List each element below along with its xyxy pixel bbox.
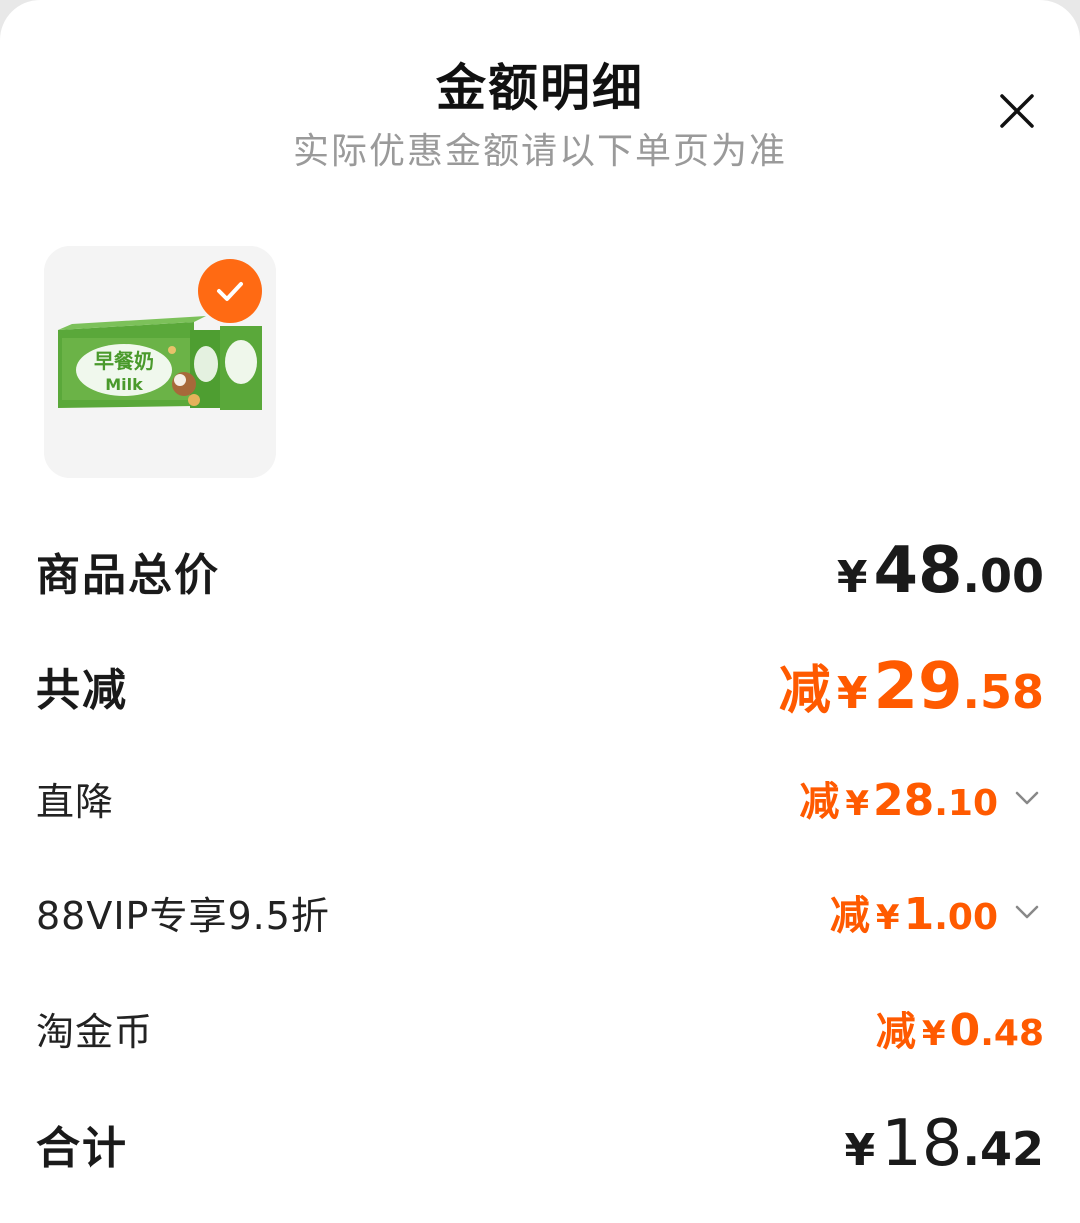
row-taojinbi-discount: 淘金币 减 ¥ 0 .48 (36, 1000, 1044, 1056)
row-88vip-discount[interactable]: 88VIP专享9.5折 减 ¥ 1 .00 (36, 884, 1044, 940)
row-total-discount: 共减 减 ¥ 29 .58 (36, 648, 1044, 724)
yen-symbol: ¥ (836, 668, 868, 719)
amount-integer: 48 (873, 534, 963, 608)
yen-symbol: ¥ (845, 784, 869, 824)
total-discount-label: 共减 (36, 665, 128, 716)
row-total: 合计 ¥ 18 .42 (36, 1107, 1044, 1181)
selected-check-icon[interactable] (198, 259, 262, 323)
amount-integer: 28 (872, 775, 935, 826)
row-direct-discount[interactable]: 直降 减 ¥ 28 .10 (36, 770, 1044, 826)
amount-decimal: .42 (962, 1122, 1045, 1176)
product-image-subtitle: Milk (105, 375, 143, 394)
minus-prefix: 减 (829, 893, 870, 939)
minus-prefix: 减 (778, 661, 831, 721)
yen-symbol: ¥ (844, 1125, 876, 1176)
amount-integer: 29 (873, 650, 963, 724)
yen-symbol: ¥ (921, 1014, 946, 1054)
chevron-down-icon[interactable] (1010, 895, 1044, 929)
amount-decimal: .58 (962, 665, 1045, 719)
amount-decimal: .00 (962, 549, 1045, 603)
yen-symbol: ¥ (836, 552, 868, 603)
minus-prefix: 减 (875, 1009, 916, 1055)
chevron-down-icon[interactable] (1010, 781, 1044, 815)
product-image-title: 早餐奶 (94, 349, 154, 373)
amount-detail-sheet: 金额明细 实际优惠金额请以下单页为准 早餐奶 Milk 商品总价 ¥ 48 .0… (0, 0, 1080, 1223)
page-title: 金额明细 (436, 59, 644, 117)
total-label: 合计 (36, 1123, 128, 1174)
amount-integer: 0 (949, 1005, 981, 1056)
minus-prefix: 减 (799, 779, 840, 825)
subtotal-label: 商品总价 (36, 550, 220, 601)
yen-symbol: ¥ (875, 898, 900, 938)
total-discount-amount: 减 ¥ 29 .58 (779, 648, 1044, 724)
amount-decimal: .48 (980, 1013, 1044, 1054)
subtotal-amount: ¥ 48 .00 (837, 534, 1044, 608)
page-subtitle: 实际优惠金额请以下单页为准 (292, 131, 787, 172)
amount-decimal: .10 (934, 783, 998, 824)
taojinbi-label: 淘金币 (36, 1009, 154, 1054)
direct-discount-label: 直降 (36, 779, 115, 824)
amount-decimal: .00 (934, 897, 998, 938)
vip-discount-label: 88VIP专享9.5折 (36, 893, 330, 938)
row-subtotal: 商品总价 ¥ 48 .00 (36, 534, 1044, 608)
close-icon[interactable] (992, 86, 1042, 136)
taojinbi-amount: 减 ¥ 0 .48 (876, 999, 1044, 1057)
amount-integer: 1 (903, 889, 935, 940)
direct-discount-amount: 减 ¥ 28 .10 (799, 769, 1044, 827)
vip-discount-amount: 减 ¥ 1 .00 (830, 883, 1044, 941)
amount-integer: 18 (881, 1107, 963, 1181)
total-amount: ¥ 18 .42 (844, 1107, 1044, 1181)
